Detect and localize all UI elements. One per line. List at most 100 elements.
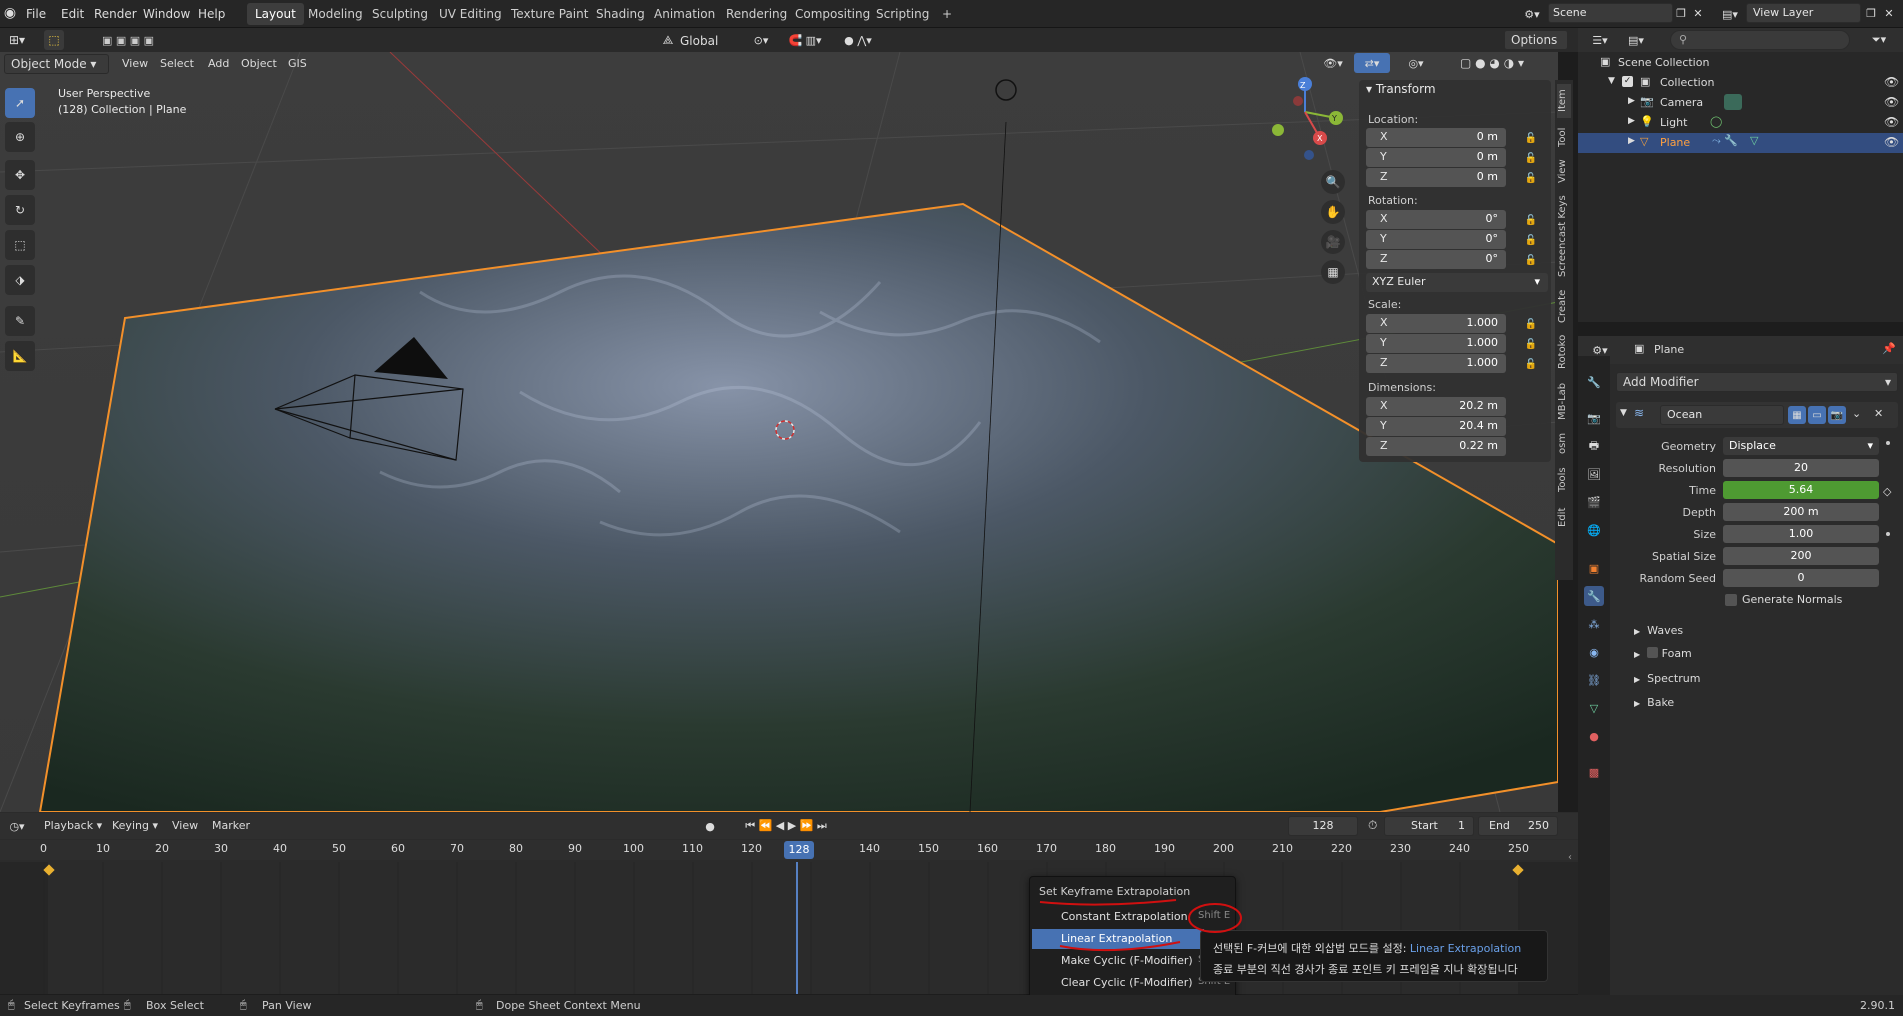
depth-field[interactable]: 200 m <box>1723 503 1879 521</box>
timeline-ruler[interactable]: 0 10 20 30 40 50 60 70 80 90 100 110 120… <box>0 840 1578 860</box>
tab-texture-paint[interactable]: Texture Paint <box>503 3 596 25</box>
keyframe-dot-icon[interactable] <box>1886 441 1890 445</box>
outliner-type-icon[interactable]: ☰▾ <box>1586 31 1614 49</box>
menu-help[interactable]: Help <box>192 4 231 24</box>
rotation-x-field[interactable]: X 0° <box>1366 210 1506 229</box>
checkbox-icon[interactable]: ✓ <box>1622 76 1633 87</box>
viewport-display-icon[interactable]: ▭ <box>1808 406 1826 424</box>
outliner-row-plane[interactable]: ▶ ▽ Plane ⤳ 🔧 ▽ 👁 <box>1578 133 1903 153</box>
mode-dropdown[interactable]: Object Mode ▾ <box>4 54 109 74</box>
lock-icon[interactable]: 🔓 <box>1524 151 1538 165</box>
tab-create[interactable]: Create <box>1557 286 1571 326</box>
tab-shading[interactable]: Shading <box>588 3 653 25</box>
scale-x-field[interactable]: X 1.000 <box>1366 314 1506 333</box>
display-mode-icon[interactable]: ▤▾ <box>1622 31 1650 49</box>
rotation-mode-dropdown[interactable]: XYZ Euler ▾ <box>1366 273 1548 292</box>
chevron-down-icon[interactable]: ⌄ <box>1852 407 1861 420</box>
tab-modeling[interactable]: Modeling <box>300 3 371 25</box>
stopwatch-icon[interactable]: ⏱ <box>1368 818 1377 833</box>
chevron-right-icon[interactable]: ▶ <box>1628 96 1635 106</box>
transform-header[interactable]: ▾ Transform <box>1366 82 1436 96</box>
select-tool-icon[interactable]: ⬚ <box>44 30 64 50</box>
editor-type-icon[interactable]: ⊞▾ <box>4 31 30 49</box>
proportional-edit-icon[interactable]: ● ⋀▾ <box>838 32 878 48</box>
edit-mode-icon[interactable]: ▦ <box>1788 406 1806 424</box>
constraints-tab-icon[interactable]: ⛓ <box>1584 670 1604 690</box>
menu-timeline-view[interactable]: View <box>172 819 198 832</box>
filter-icon[interactable]: ⏷▾ <box>1864 31 1894 49</box>
copy-icon[interactable]: ❐ <box>1863 5 1879 21</box>
add-modifier-dropdown[interactable]: Add Modifier ▾ <box>1616 372 1898 392</box>
scale-z-field[interactable]: Z 1.000 <box>1366 354 1506 373</box>
location-z-field[interactable]: Z0 m <box>1366 168 1506 187</box>
menu-edit[interactable]: Edit <box>55 4 90 24</box>
render-display-icon[interactable]: 📷 <box>1828 406 1846 424</box>
selection-mode-icons[interactable]: ▣ ▣ ▣ ▣ <box>80 31 176 49</box>
overlay-toggle-icon[interactable]: ◎▾ <box>1398 53 1434 73</box>
tab-scripting[interactable]: Scripting <box>868 3 937 25</box>
panel-waves[interactable]: ▶ Waves <box>1634 624 1683 637</box>
options-dropdown[interactable]: Options <box>1504 30 1568 50</box>
add-workspace-button[interactable]: + <box>934 3 960 25</box>
tab-animation[interactable]: Animation <box>646 3 723 25</box>
random-seed-field[interactable]: 0 <box>1723 569 1879 587</box>
modifier-name-field[interactable]: Ocean <box>1660 405 1784 425</box>
panel-bake[interactable]: ▶ Bake <box>1634 696 1674 709</box>
tab-tools[interactable]: Tools <box>1557 462 1571 498</box>
visibility-icon[interactable]: 👁▾ <box>1318 53 1348 73</box>
tab-layout[interactable]: Layout <box>247 3 304 25</box>
render-tab-icon[interactable]: 📷 <box>1584 408 1604 428</box>
time-field[interactable]: 5.64 <box>1723 481 1879 499</box>
timeline-type-icon[interactable]: ◷▾ <box>4 817 30 835</box>
playhead-frame[interactable]: 128 <box>784 841 814 859</box>
close-icon[interactable]: ✕ <box>1881 5 1897 21</box>
menu-object[interactable]: Object <box>235 54 283 74</box>
keyframe-diamond-icon[interactable]: ◇ <box>1883 485 1891 498</box>
lock-icon[interactable]: 🔓 <box>1524 171 1538 185</box>
tab-rendering[interactable]: Rendering <box>718 3 795 25</box>
tab-osm[interactable]: osm <box>1557 428 1571 458</box>
outliner-row-scene-collection[interactable]: ▣ Scene Collection <box>1578 53 1903 73</box>
data-tab-icon[interactable]: ▽ <box>1584 698 1604 718</box>
resolution-field[interactable]: 20 <box>1723 459 1879 477</box>
scene-icon[interactable]: ⚙▾ <box>1518 5 1546 23</box>
mesh-data-icon[interactable]: ▽ <box>1750 134 1758 147</box>
measure-tool-icon[interactable]: 📐 <box>5 341 35 371</box>
panel-foam[interactable]: ▶ Foam <box>1634 647 1692 660</box>
tab-screencast-keys[interactable]: Screencast Keys <box>1557 190 1571 282</box>
menu-add[interactable]: Add <box>202 54 235 74</box>
tab-sculpting[interactable]: Sculpting <box>364 3 436 25</box>
playback-controls[interactable]: ⏮ ⏪ ◀ ▶ ⏩ ⏭ <box>726 818 846 834</box>
tab-edit[interactable]: Edit <box>1557 502 1571 532</box>
end-frame-field[interactable]: End 250 <box>1478 816 1558 836</box>
size-field[interactable]: 1.00 <box>1723 525 1879 543</box>
rotate-tool-icon[interactable]: ↻ <box>5 195 35 225</box>
outliner-row-camera[interactable]: ▶ 📷 Camera 👁 <box>1578 93 1903 113</box>
menu-playback[interactable]: Playback ▾ <box>44 819 102 832</box>
lock-icon[interactable]: 🔓 <box>1524 131 1538 145</box>
scene-selector[interactable]: Scene <box>1548 3 1673 23</box>
menu-view[interactable]: View <box>116 54 154 74</box>
chevron-right-icon[interactable]: ▶ <box>1628 116 1635 126</box>
camera-data-icon[interactable] <box>1724 94 1742 110</box>
outliner-search-input[interactable]: ⚲ <box>1670 30 1850 50</box>
particles-tab-icon[interactable]: ⁂ <box>1584 614 1604 634</box>
material-tab-icon[interactable]: ● <box>1584 726 1604 746</box>
camera-view-icon[interactable]: 🎥 <box>1321 230 1345 254</box>
lock-icon[interactable]: 🔓 <box>1524 357 1538 371</box>
pivot-icon[interactable]: ⊙▾ <box>745 33 777 47</box>
menu-keying[interactable]: Keying ▾ <box>112 819 158 832</box>
close-icon[interactable]: ✕ <box>1874 407 1883 420</box>
physics-tab-icon[interactable]: ◉ <box>1584 642 1604 662</box>
dimensions-y-field[interactable]: Y 20.4 m <box>1366 417 1506 436</box>
transform-tool-icon[interactable]: ⬗ <box>5 265 35 295</box>
location-x-field[interactable]: X0 m <box>1366 128 1506 147</box>
copy-icon[interactable]: ❐ <box>1673 5 1689 21</box>
menu-file[interactable]: File <box>20 4 52 24</box>
dimensions-z-field[interactable]: Z 0.22 m <box>1366 437 1506 456</box>
tab-view[interactable]: View <box>1557 156 1571 186</box>
menu-window[interactable]: Window <box>137 4 196 24</box>
generate-normals-checkbox[interactable] <box>1725 594 1737 606</box>
record-icon[interactable]: ● <box>702 818 718 834</box>
geometry-dropdown[interactable]: Displace ▾ <box>1723 437 1879 455</box>
